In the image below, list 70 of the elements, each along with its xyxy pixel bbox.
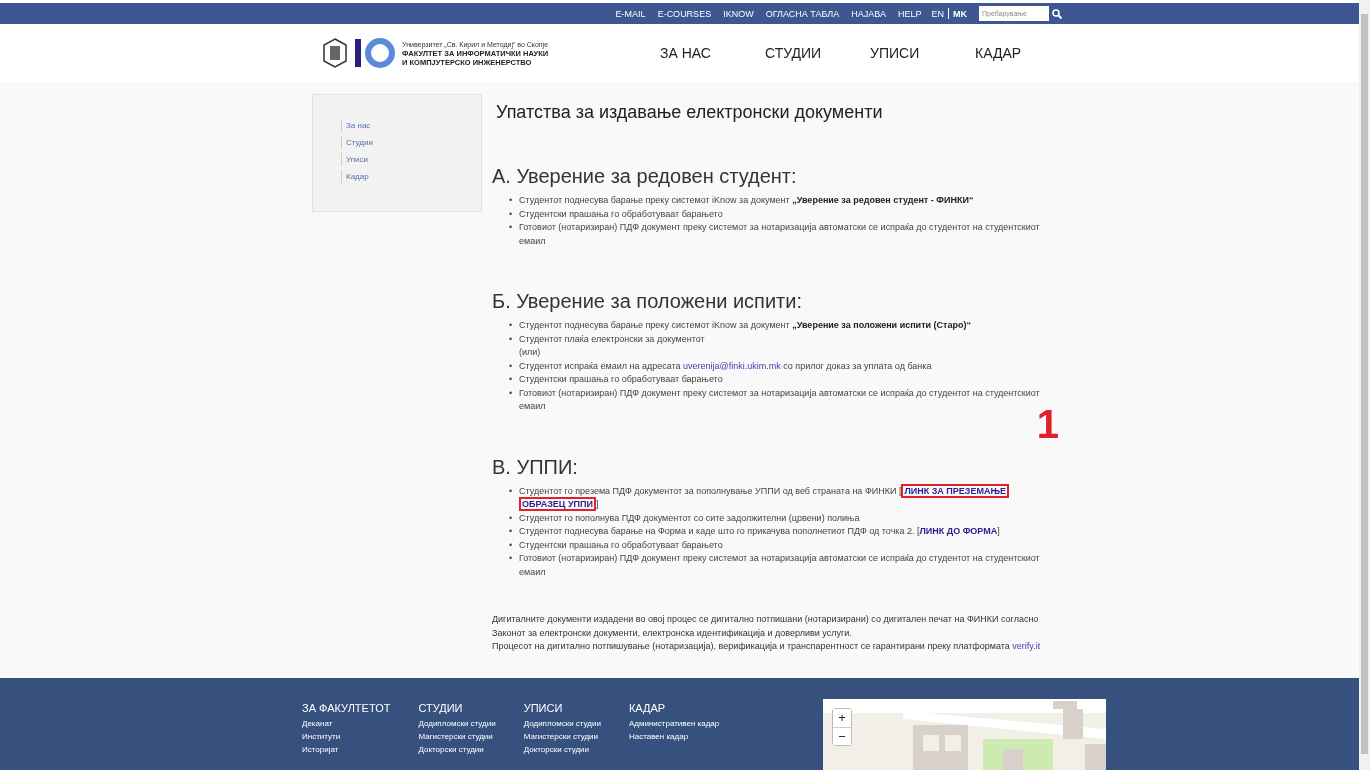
list-item: Студентски прашања го обработуваат барањето xyxy=(519,373,724,386)
search-icon[interactable] xyxy=(1052,8,1062,19)
bullet: • xyxy=(509,525,514,538)
bullet: • xyxy=(509,194,514,207)
sidebar-item[interactable]: Кадар xyxy=(341,170,481,183)
list-item: Студентот го пополнува ПДФ документот со сите задолжителни (црвени) полиња xyxy=(519,511,861,525)
section-heading: Б. Уверение за положени испити: xyxy=(492,290,803,313)
top-link[interactable]: ОГЛАСНА ТАБЛА xyxy=(765,8,840,19)
footer-link[interactable]: Наставен кадар xyxy=(628,732,720,741)
form-link[interactable]: ЛИНК ЗА ПРЕЗЕМАЊЕ xyxy=(901,483,1009,498)
email-link[interactable]: uverenija@finki.ukim.mk xyxy=(683,360,781,371)
footer-link[interactable]: Магистерски студии xyxy=(523,732,601,741)
seal-icon xyxy=(322,38,348,68)
list-item: Студентски прашања го обработуваат барањето xyxy=(519,207,724,221)
paragraph: Процесот на дигитално потпишување (нотаризација), верификација и транспарентност се гарантирани преку платформата verify.it xyxy=(492,640,1042,653)
nav-link[interactable]: СТУДИИ xyxy=(765,45,870,61)
footer-heading: ЗА ФАКУЛТЕТОТ xyxy=(302,702,391,714)
bullet: • xyxy=(509,373,514,386)
nav-link[interactable]: ЗА НАС xyxy=(660,45,765,61)
list-item: Студентот го презема ПДФ документот за пополнување УППИ од веб страната на ФИНКИ [ ЛИНК ЗА ПРЕЗЕМАЊЕ ОБРАЗЕЦ УППИ ] xyxy=(519,484,1067,512)
list-item: Студентски прашања го обработуваат барањето xyxy=(519,538,724,552)
footer-link[interactable]: Додипломски студии xyxy=(418,719,496,728)
zoom-out-button[interactable]: − xyxy=(833,727,851,745)
list-item: Готовиот (нотаризиран) ПДФ документ преку системот за нотаризација автоматски се испраќа до студентот на студентскиот емаил xyxy=(519,552,1041,579)
footer-heading: КАДАР xyxy=(628,702,667,714)
list-item: Готовиот (нотаризиран) ПДФ документ преку системот за нотаризација автоматски се испраќа до студентот на студентскиот емаил xyxy=(519,221,1041,248)
bullet: • xyxy=(509,221,514,234)
form-link[interactable]: ОБРАЗЕЦ УППИ xyxy=(519,497,596,511)
footer-heading: УПИСИ xyxy=(523,702,564,714)
section-heading: В. УППИ: xyxy=(492,455,579,479)
verify-link[interactable]: verify.it xyxy=(1012,641,1041,651)
list-item: Студентот поднесува барање преку системот iKnow за документ „Уверение за редовен студент - ФИНКИ“ xyxy=(519,194,975,207)
top-link[interactable]: E-MAIL xyxy=(615,8,646,19)
bullet: • xyxy=(509,319,514,332)
top-link[interactable]: HELP xyxy=(897,8,922,19)
list-item: Студентот поднесува барање преку системот iKnow за документ „Уверение за положени испити (Старо)“ xyxy=(519,319,972,332)
bullet: • xyxy=(509,484,514,498)
list-item: Студентот испраќа емаил на адресата uverenija@finki.ukim.mk со прилог доказ за уплата од банка xyxy=(519,359,933,373)
top-link[interactable]: E-COURSES xyxy=(657,8,712,19)
language-link[interactable]: MK xyxy=(949,8,971,19)
bullet: • xyxy=(509,332,514,346)
sidebar-item[interactable]: Уписи xyxy=(341,153,481,166)
top-link[interactable]: НАЈАВА xyxy=(851,8,886,19)
section-heading: А. Уверение за редовен студент: xyxy=(492,165,798,188)
sidebar-item[interactable]: Студии xyxy=(341,136,481,149)
bullet: • xyxy=(509,552,514,565)
logo-mark-icon xyxy=(354,37,396,69)
nav-link[interactable]: УПИСИ xyxy=(870,45,975,61)
language-link[interactable]: EN xyxy=(927,8,948,19)
list-item: Студентот поднесува барање на Форма и каде што го прикачува пополнетиот ПДФ од точка 2. [ЛИНК ДО ФОРМА] xyxy=(519,525,1001,538)
bullet: • xyxy=(509,538,514,552)
sidebar-item[interactable]: За нас xyxy=(341,119,481,132)
paragraph: Дигиталните документи издадени во овој процес се дигитално потпишани (нотаризирани) со дигитален печат на ФИНКИ согласно Законот за електронски документи, електронска идентификација и доверливи услуги. xyxy=(492,613,1040,640)
bullet: • xyxy=(509,511,514,525)
footer-link[interactable]: Административен кадар xyxy=(628,719,720,728)
bullet: • xyxy=(509,386,514,400)
footer-link[interactable]: Докторски студии xyxy=(418,745,496,754)
bullet: • xyxy=(509,207,514,221)
footer-link[interactable]: Магистерски студии xyxy=(418,732,496,741)
footer-link[interactable]: Деканат xyxy=(302,719,391,728)
bullet: • xyxy=(509,359,514,373)
footer-link[interactable]: Историјат xyxy=(302,745,391,754)
top-link[interactable]: IKNOW xyxy=(723,8,754,19)
footer-link[interactable]: Институти xyxy=(302,732,391,741)
list-item: Студентот плаќа електронски за документот (или) xyxy=(519,332,706,359)
nav-link[interactable]: КАДАР xyxy=(975,45,1080,61)
footer-link[interactable]: Додипломски студии xyxy=(523,719,601,728)
footer-link[interactable]: Докторски студии xyxy=(523,745,601,754)
page-title: Упатства за издавање електронски документи xyxy=(496,102,884,123)
footer-heading: СТУДИИ xyxy=(418,702,464,714)
